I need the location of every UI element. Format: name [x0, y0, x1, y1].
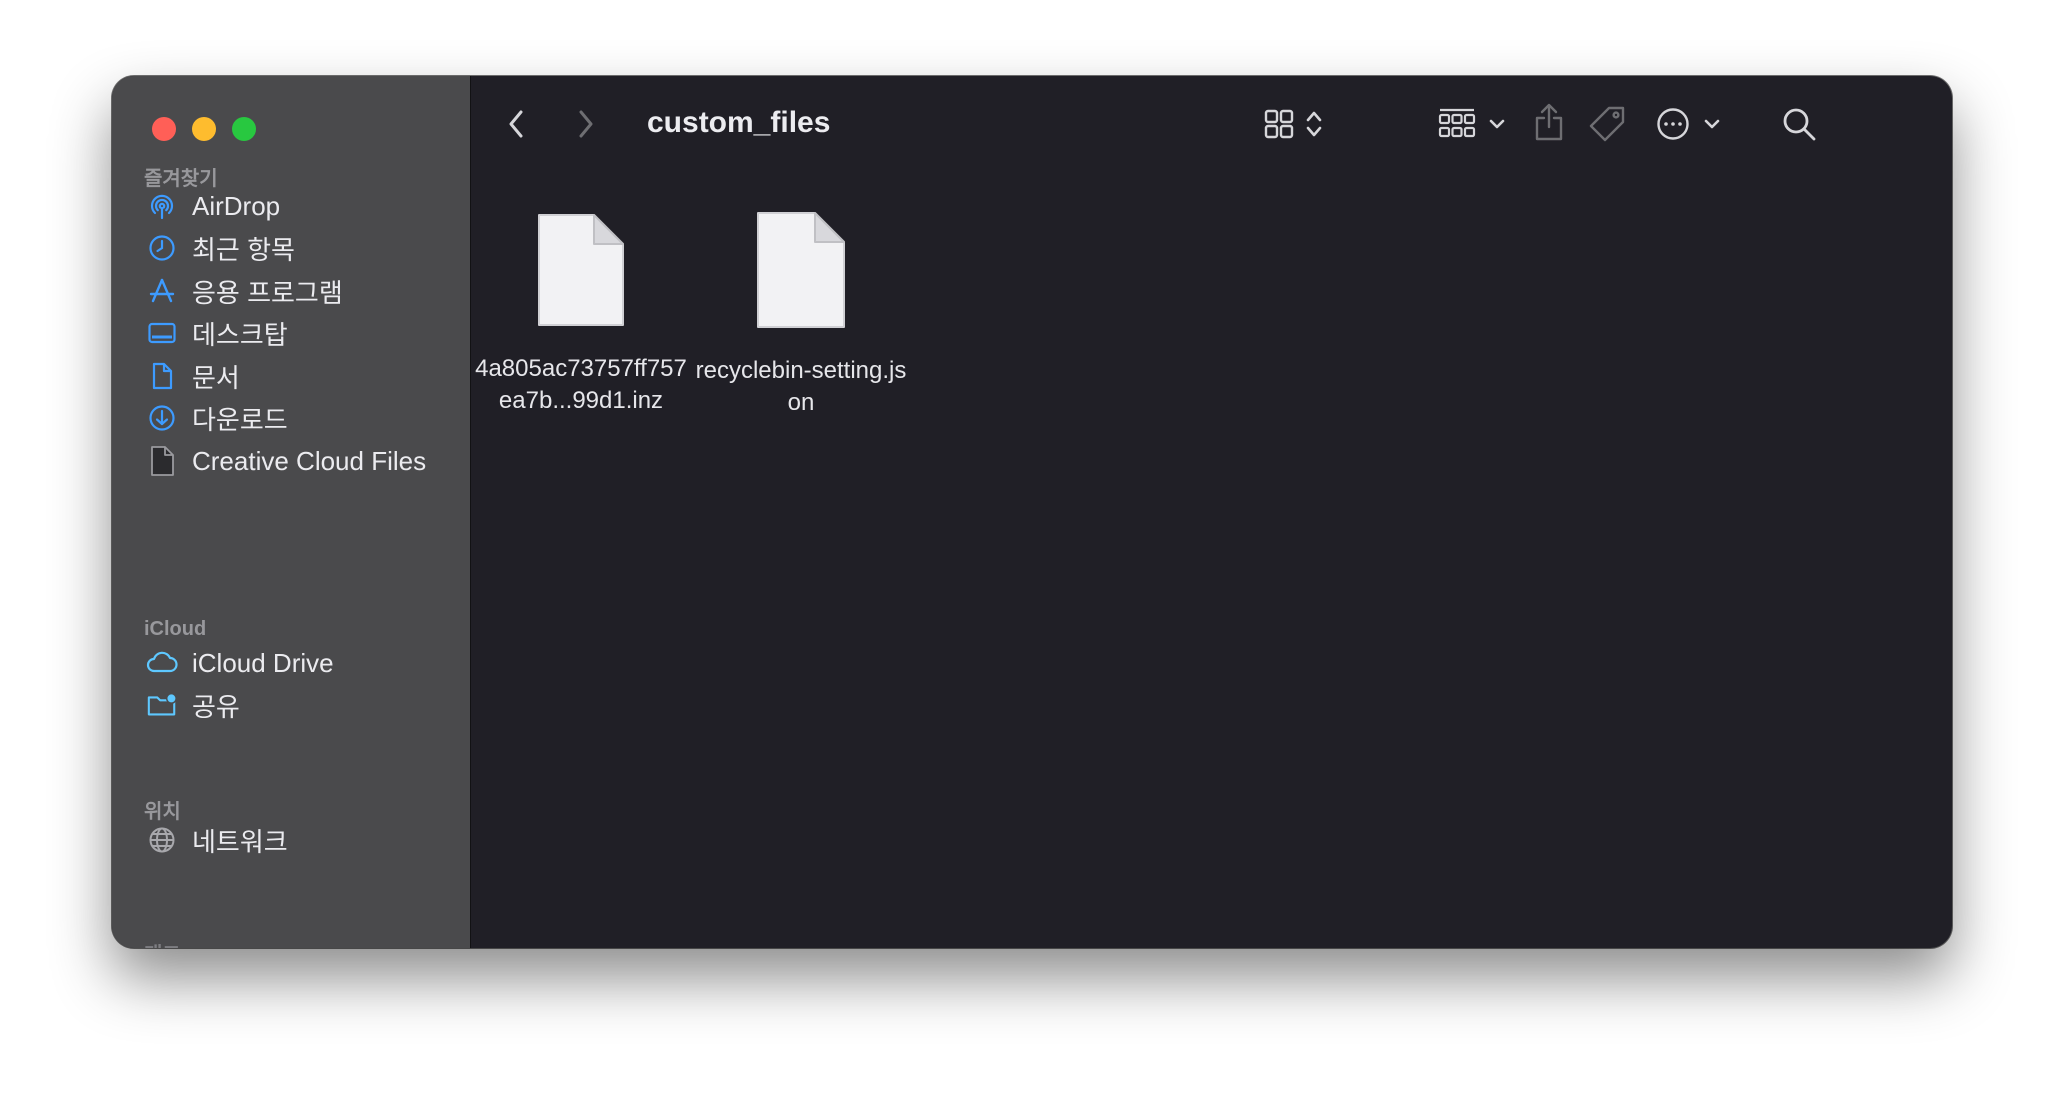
sidebar-item-label: 공유 — [192, 691, 240, 722]
clock-icon — [146, 232, 178, 264]
tag-icon — [1587, 104, 1627, 149]
sidebar-item-label: 최근 항목 — [192, 234, 295, 265]
window-title: custom_files — [647, 106, 831, 139]
file-item[interactable]: recyclebin-setting.json — [691, 210, 911, 419]
sidebar-item-label: Creative Cloud Files — [192, 445, 427, 476]
finder-window: 즐겨찾기 AirDrop 최근 항목 응용 프로그램 데스크탑 문서 다운로드 … — [112, 76, 1952, 948]
maximize-button[interactable] — [232, 117, 256, 141]
shared-folder-icon — [146, 689, 178, 721]
main-content: custom_files 4a805ac73757ff757ea7b...99d… — [471, 76, 1952, 948]
document-icon — [146, 360, 178, 392]
sidebar-item-network[interactable]: 네트워크 — [146, 820, 288, 860]
sidebar-item-label: iCloud Drive — [192, 647, 334, 678]
sidebar-item-airdrop[interactable]: AirDrop — [146, 186, 280, 226]
sidebar-item-icloud-drive[interactable]: iCloud Drive — [146, 643, 334, 683]
window-controls — [152, 117, 256, 141]
sidebar-item-label: 데스크탑 — [192, 319, 288, 350]
sidebar-item-label: 응용 프로그램 — [192, 277, 343, 308]
share-button[interactable] — [1529, 98, 1569, 150]
sidebar-item-label: 문서 — [192, 362, 240, 393]
file-item[interactable]: 4a805ac73757ff757ea7b...99d1.inz — [471, 212, 691, 417]
sidebar-item-desktop[interactable]: 데스크탑 — [146, 313, 288, 353]
group-by-button[interactable] — [1435, 104, 1509, 148]
applications-icon — [146, 275, 178, 307]
document-icon — [471, 212, 691, 333]
tags-section-label-partial: 태그 — [144, 938, 181, 948]
icon-grid-icon — [1263, 108, 1295, 145]
cloud-icon — [146, 647, 178, 679]
sidebar-item-documents[interactable]: 문서 — [146, 356, 240, 396]
sidebar-item-shared[interactable]: 공유 — [146, 685, 240, 725]
back-button[interactable] — [501, 106, 531, 146]
chevron-right-icon — [576, 108, 596, 145]
close-button[interactable] — [152, 117, 176, 141]
sidebar-item-creative-cloud-files[interactable]: Creative Cloud Files — [146, 441, 426, 481]
file-icon — [146, 445, 178, 477]
share-icon — [1533, 102, 1565, 147]
sidebar: 즐겨찾기 AirDrop 최근 항목 응용 프로그램 데스크탑 문서 다운로드 … — [112, 76, 471, 948]
search-icon — [1781, 106, 1817, 147]
search-button[interactable] — [1775, 102, 1823, 150]
toolbar: custom_files — [471, 76, 1952, 178]
desktop-icon — [146, 317, 178, 349]
file-name: recyclebin-setting.json — [695, 357, 907, 416]
sidebar-item-applications[interactable]: 응용 프로그램 — [146, 271, 343, 311]
sidebar-item-recents[interactable]: 최근 항목 — [146, 228, 295, 268]
sidebar-item-label: 네트워크 — [192, 826, 288, 857]
minimize-button[interactable] — [192, 117, 216, 141]
document-icon — [691, 210, 911, 335]
chevron-down-icon — [1703, 117, 1721, 136]
airdrop-icon — [146, 190, 178, 222]
chevron-down-icon — [1488, 117, 1506, 136]
ellipsis-circle-icon — [1655, 106, 1691, 147]
group-grid-icon — [1438, 107, 1476, 146]
network-globe-icon — [146, 824, 178, 856]
up-down-chevron-icon — [1305, 108, 1323, 145]
view-mode-button[interactable] — [1257, 104, 1329, 148]
tag-button[interactable] — [1585, 102, 1629, 150]
icloud-section-label: iCloud — [144, 618, 207, 640]
more-actions-button[interactable] — [1651, 104, 1725, 148]
download-icon — [146, 402, 178, 434]
sidebar-item-label: 다운로드 — [192, 404, 288, 435]
chevron-left-icon — [506, 108, 526, 145]
sidebar-item-label: AirDrop — [192, 190, 281, 221]
file-name: 4a805ac73757ff757ea7b...99d1.inz — [475, 355, 687, 414]
sidebar-item-downloads[interactable]: 다운로드 — [146, 398, 288, 438]
forward-button[interactable] — [571, 106, 601, 146]
